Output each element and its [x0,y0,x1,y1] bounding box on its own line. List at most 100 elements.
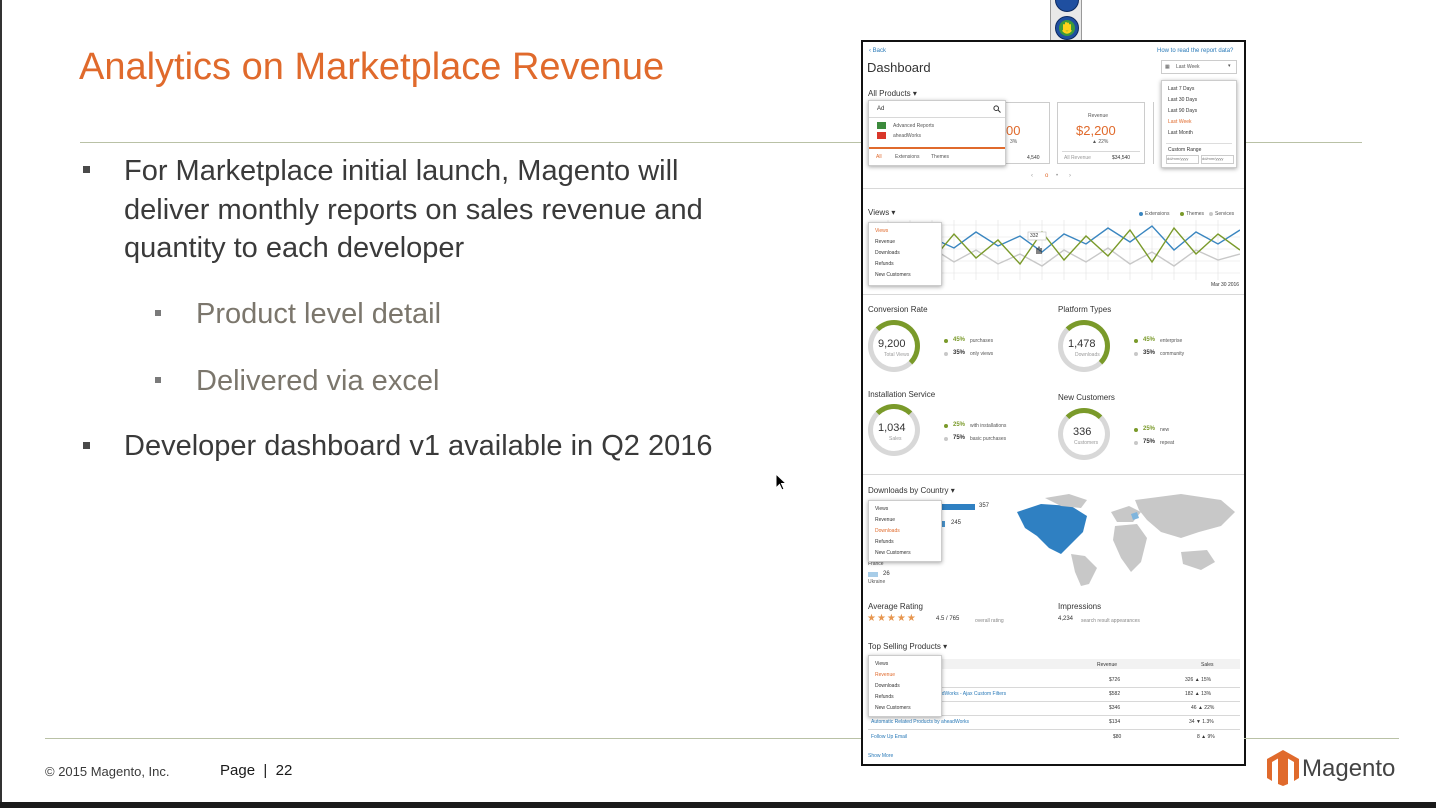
views-select[interactable]: Views ▾ [868,208,895,217]
metric-option[interactable]: New Customers [875,550,911,556]
metric-option[interactable]: Refunds [875,694,894,700]
date-option[interactable]: Last 90 Days [1168,108,1197,114]
hand-pointer-icon [1036,246,1042,254]
install-p2: 75% [953,435,966,441]
filter-tab-themes[interactable]: Themes [931,154,949,160]
metric-option[interactable]: Revenue [875,517,895,523]
metric-option[interactable]: Views [875,661,888,667]
conversion-t1: purchases [970,338,994,344]
country-bar-3 [868,572,878,577]
metric-option[interactable]: Downloads [875,683,900,689]
metric-option[interactable]: New Customers [875,705,911,711]
product-link[interactable]: Automatic Related Products by aheadWorks [871,719,969,725]
pager-prev[interactable]: ‹ [1031,173,1033,179]
metric-option[interactable]: Refunds [875,261,894,267]
bullet-marker [83,166,90,173]
impressions-note: search result appearances [1081,618,1140,624]
metric-option[interactable]: Revenue [875,239,895,245]
date-option[interactable]: Last Month [1168,130,1193,136]
row-revenue: $346 [1109,705,1121,711]
search-icon[interactable] [993,105,1001,113]
magento-logo-icon [1267,750,1299,786]
country-name-ukraine: Ukraine [868,579,886,585]
bullet-1-line-3: quantity to each developer [124,232,465,264]
card-divider [1062,151,1140,152]
footer-divider [45,738,861,739]
legend-swatch-services [1209,212,1213,216]
conversion-value: 9,200 [878,338,906,350]
date-option[interactable]: Last 7 Days [1168,86,1194,92]
platform-types-title: Platform Types [1058,305,1112,314]
metric-option-selected[interactable]: Downloads [875,528,900,534]
newcust-p1: 25% [1143,426,1156,432]
search-divider [869,117,1005,118]
metric-option-selected[interactable]: Views [875,228,888,234]
pager-dot-active[interactable]: o [1045,173,1048,179]
date-option[interactable]: Last 30 Days [1168,97,1197,103]
stat-card-edge [1153,102,1154,164]
revenue-footer-label: All Revenue [1064,155,1091,161]
install-p1: 25% [953,422,966,428]
metric-option[interactable]: Refunds [875,539,894,545]
platform-t2: community [1160,351,1185,357]
metric-option-selected[interactable]: Revenue [875,672,895,678]
hand-tool-button[interactable] [1055,16,1079,40]
row-revenue: $134 [1109,719,1121,725]
copyright: © 2015 Magento, Inc. [45,764,170,779]
range-to-input[interactable]: dd/mm/yyyy [1201,155,1234,164]
search-result[interactable]: Advanced Reports [893,123,934,129]
search-result[interactable]: aheadWorks [893,133,921,139]
pager-dot[interactable]: • [1056,173,1058,179]
footer-divider-right [1244,738,1399,739]
search-accent-bar [869,147,1005,149]
bullet-1: For Marketplace initial launch, Magento … [124,152,703,268]
filter-tab-all[interactable]: All [876,154,882,160]
filter-tab-extensions[interactable]: Extensions [895,154,919,160]
sub-bullet-marker [155,377,161,383]
row-sales: 8 ▲ 9% [1197,734,1215,740]
row-sales: 34 ▼ 1.3% [1189,719,1214,725]
date-range-value: Last Week [1176,64,1200,70]
pager-next[interactable]: › [1069,173,1071,179]
row-sales: 46 ▲ 22% [1191,705,1215,711]
product-search-input[interactable]: Ad [877,106,884,112]
sub-bullet-marker [155,310,161,316]
range-from-input[interactable]: dd/mm/yyyy [1166,155,1199,164]
legend-services: Services [1215,211,1235,217]
legend-extensions: Extensions [1145,211,1170,217]
back-link[interactable]: ‹ Back [869,48,886,54]
row-revenue: $726 [1109,677,1121,683]
bottom-edge [0,802,1436,808]
legend-dot [1134,428,1138,432]
metric-option[interactable]: Downloads [875,250,900,256]
product-link[interactable]: adWorks - Ajax Custom Filters [939,691,1006,697]
metric-option[interactable]: Views [875,506,888,512]
downloads-by-country-select[interactable]: Downloads by Country ▾ [868,486,955,495]
legend-dot [1134,352,1138,356]
sub-bullet-2: Delivered via excel [196,365,440,397]
metric-option[interactable]: New Customers [875,272,911,278]
aheadworks-icon [877,132,886,139]
date-option-selected[interactable]: Last Week [1168,119,1192,125]
install-sub: Sales [889,436,902,442]
platform-p2: 35% [1143,350,1156,356]
legend-swatch-extensions [1139,212,1143,216]
installation-service-title: Installation Service [868,390,936,399]
rating-stars-icon: ★★★★★ [867,613,917,624]
toolbar-button-top[interactable] [1055,0,1079,12]
revenue-change: ▲ 22% [1092,139,1109,145]
top-selling-select[interactable]: Top Selling Products ▾ [868,642,947,651]
product-link[interactable]: Follow Up Email [871,734,907,740]
help-link[interactable]: How to read the report data? [1157,48,1233,54]
show-more-link[interactable]: Show More [868,753,893,759]
revenue-label: Revenue [1088,113,1109,119]
all-products-select[interactable]: All Products ▾ [868,89,917,98]
section-divider [863,294,1244,295]
slide-title: Analytics on Marketplace Revenue [79,46,665,88]
dashboard-title: Dashboard [867,60,931,75]
date-range-select[interactable]: ▦ Last Week ▾ [1161,60,1237,74]
table-header-revenue: Revenue [1097,662,1118,668]
slide-left-edge [0,0,2,808]
newcust-p2: 75% [1143,439,1156,445]
legend-themes: Themes [1186,211,1205,217]
